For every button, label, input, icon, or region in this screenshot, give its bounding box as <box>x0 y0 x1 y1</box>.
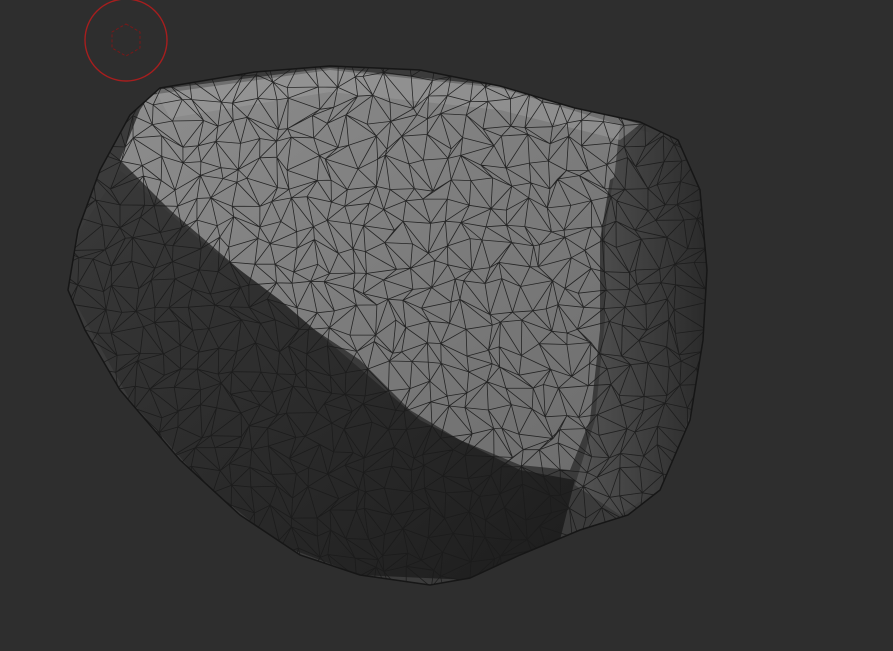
sculpt-viewport[interactable] <box>0 0 893 651</box>
viewport-canvas[interactable] <box>0 0 893 651</box>
brush-cursor-icon <box>84 0 168 82</box>
rock-mesh[interactable] <box>52 53 727 602</box>
